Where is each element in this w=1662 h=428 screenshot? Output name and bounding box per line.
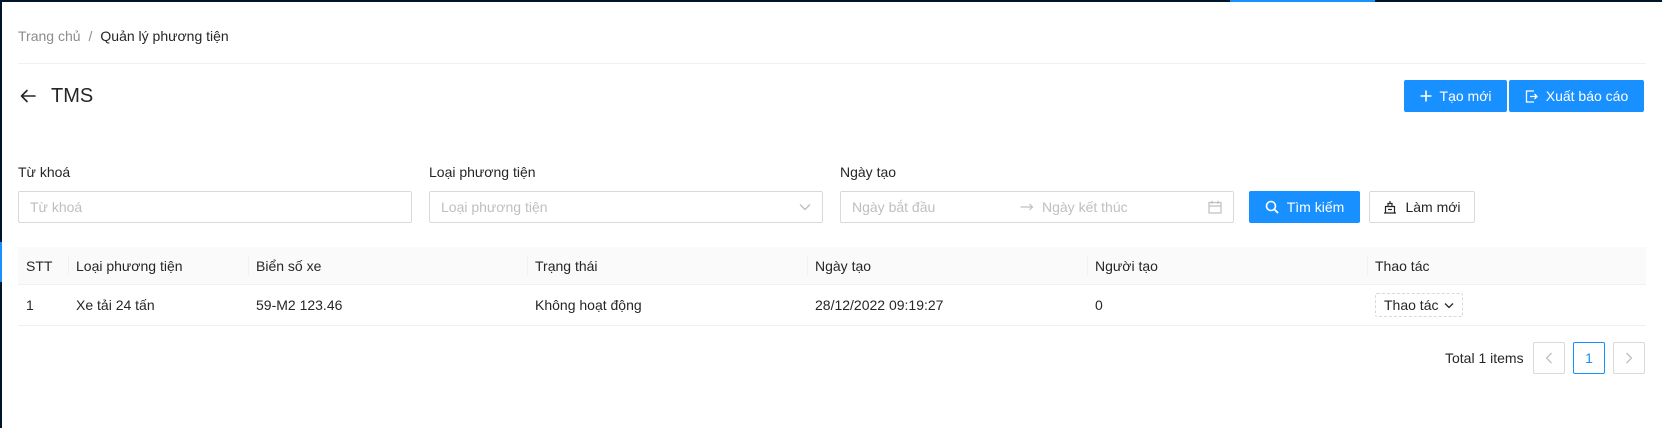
keyword-label: Từ khoá bbox=[18, 164, 71, 180]
keyword-input[interactable] bbox=[30, 199, 400, 215]
chevron-left-icon bbox=[1545, 352, 1552, 364]
export-button-label: Xuất báo cáo bbox=[1545, 88, 1629, 104]
create-button[interactable]: Tạo mới bbox=[1404, 80, 1507, 112]
sidebar-active-indicator bbox=[0, 242, 2, 282]
chevron-down-icon bbox=[799, 204, 811, 211]
date-range-picker[interactable]: Ngày bắt đầu Ngày kết thúc bbox=[840, 191, 1234, 223]
breadcrumb-separator: / bbox=[88, 28, 93, 44]
column-header-stt: STT bbox=[26, 257, 53, 274]
date-label: Ngày tạo bbox=[840, 164, 897, 180]
arrow-right-icon bbox=[1012, 203, 1042, 211]
back-button[interactable] bbox=[18, 86, 38, 106]
top-header-strip bbox=[0, 0, 1662, 2]
column-header-status: Trạng thái bbox=[527, 247, 598, 284]
vehicle-type-placeholder: Loại phương tiện bbox=[441, 199, 548, 215]
cell-plate: 59-M2 123.46 bbox=[256, 297, 343, 313]
pagination-page-1[interactable]: 1 bbox=[1573, 342, 1605, 374]
row-actions-label: Thao tác bbox=[1384, 297, 1439, 313]
create-button-label: Tạo mới bbox=[1439, 88, 1492, 104]
column-header-plate: Biển số xe bbox=[247, 247, 321, 284]
cell-vehicle-type: Xe tải 24 tấn bbox=[76, 297, 155, 313]
pagination-total: Total 1 items bbox=[1445, 350, 1524, 366]
reset-button[interactable]: Làm mới bbox=[1369, 191, 1475, 223]
breadcrumb-current: Quản lý phương tiện bbox=[100, 28, 229, 44]
keyword-field[interactable] bbox=[18, 191, 412, 223]
search-button-label: Tìm kiếm bbox=[1286, 199, 1345, 215]
breadcrumb: Trang chủ / Quản lý phương tiện bbox=[18, 27, 229, 45]
export-report-button[interactable]: Xuất báo cáo bbox=[1509, 80, 1644, 112]
column-header-creator: Người tạo bbox=[1087, 247, 1158, 284]
reset-button-label: Làm mới bbox=[1405, 199, 1461, 215]
export-icon bbox=[1525, 89, 1538, 103]
header-divider bbox=[18, 63, 1646, 64]
breadcrumb-home[interactable]: Trang chủ bbox=[18, 27, 81, 45]
date-start-placeholder[interactable]: Ngày bắt đầu bbox=[852, 199, 1012, 215]
column-header-created-date: Ngày tạo bbox=[806, 247, 871, 284]
column-header-vehicle-type: Loại phương tiện bbox=[68, 247, 183, 284]
calendar-icon bbox=[1208, 200, 1222, 214]
pagination-next-button[interactable] bbox=[1613, 342, 1645, 374]
column-header-actions: Thao tác bbox=[1366, 247, 1429, 284]
page-title: TMS bbox=[51, 85, 94, 107]
plus-icon bbox=[1420, 90, 1432, 102]
vehicle-type-label: Loại phương tiện bbox=[429, 164, 536, 180]
table-row: 1 Xe tải 24 tấn 59-M2 123.46 Không hoạt … bbox=[18, 285, 1646, 326]
active-tab-indicator bbox=[1230, 0, 1375, 2]
search-button[interactable]: Tìm kiếm bbox=[1249, 191, 1360, 223]
sidebar-edge bbox=[0, 0, 2, 428]
cell-status: Không hoạt động bbox=[535, 297, 642, 313]
vehicle-table: STT Loại phương tiện Biển số xe Trạng th… bbox=[18, 247, 1646, 326]
search-icon bbox=[1265, 200, 1279, 214]
cell-actions: Thao tác bbox=[1375, 285, 1464, 325]
arrow-left-icon bbox=[20, 89, 36, 103]
date-end-placeholder[interactable]: Ngày kết thúc bbox=[1042, 199, 1208, 215]
pagination-prev-button[interactable] bbox=[1533, 342, 1565, 374]
reset-icon bbox=[1384, 201, 1397, 214]
chevron-right-icon bbox=[1626, 352, 1633, 364]
cell-stt: 1 bbox=[26, 297, 34, 313]
vehicle-type-select[interactable]: Loại phương tiện bbox=[429, 191, 823, 223]
row-actions-dropdown[interactable]: Thao tác bbox=[1375, 293, 1464, 317]
table-header: STT Loại phương tiện Biển số xe Trạng th… bbox=[18, 247, 1646, 285]
cell-created-date: 28/12/2022 09:19:27 bbox=[815, 297, 944, 313]
chevron-down-icon bbox=[1445, 302, 1454, 308]
cell-creator: 0 bbox=[1095, 297, 1103, 313]
